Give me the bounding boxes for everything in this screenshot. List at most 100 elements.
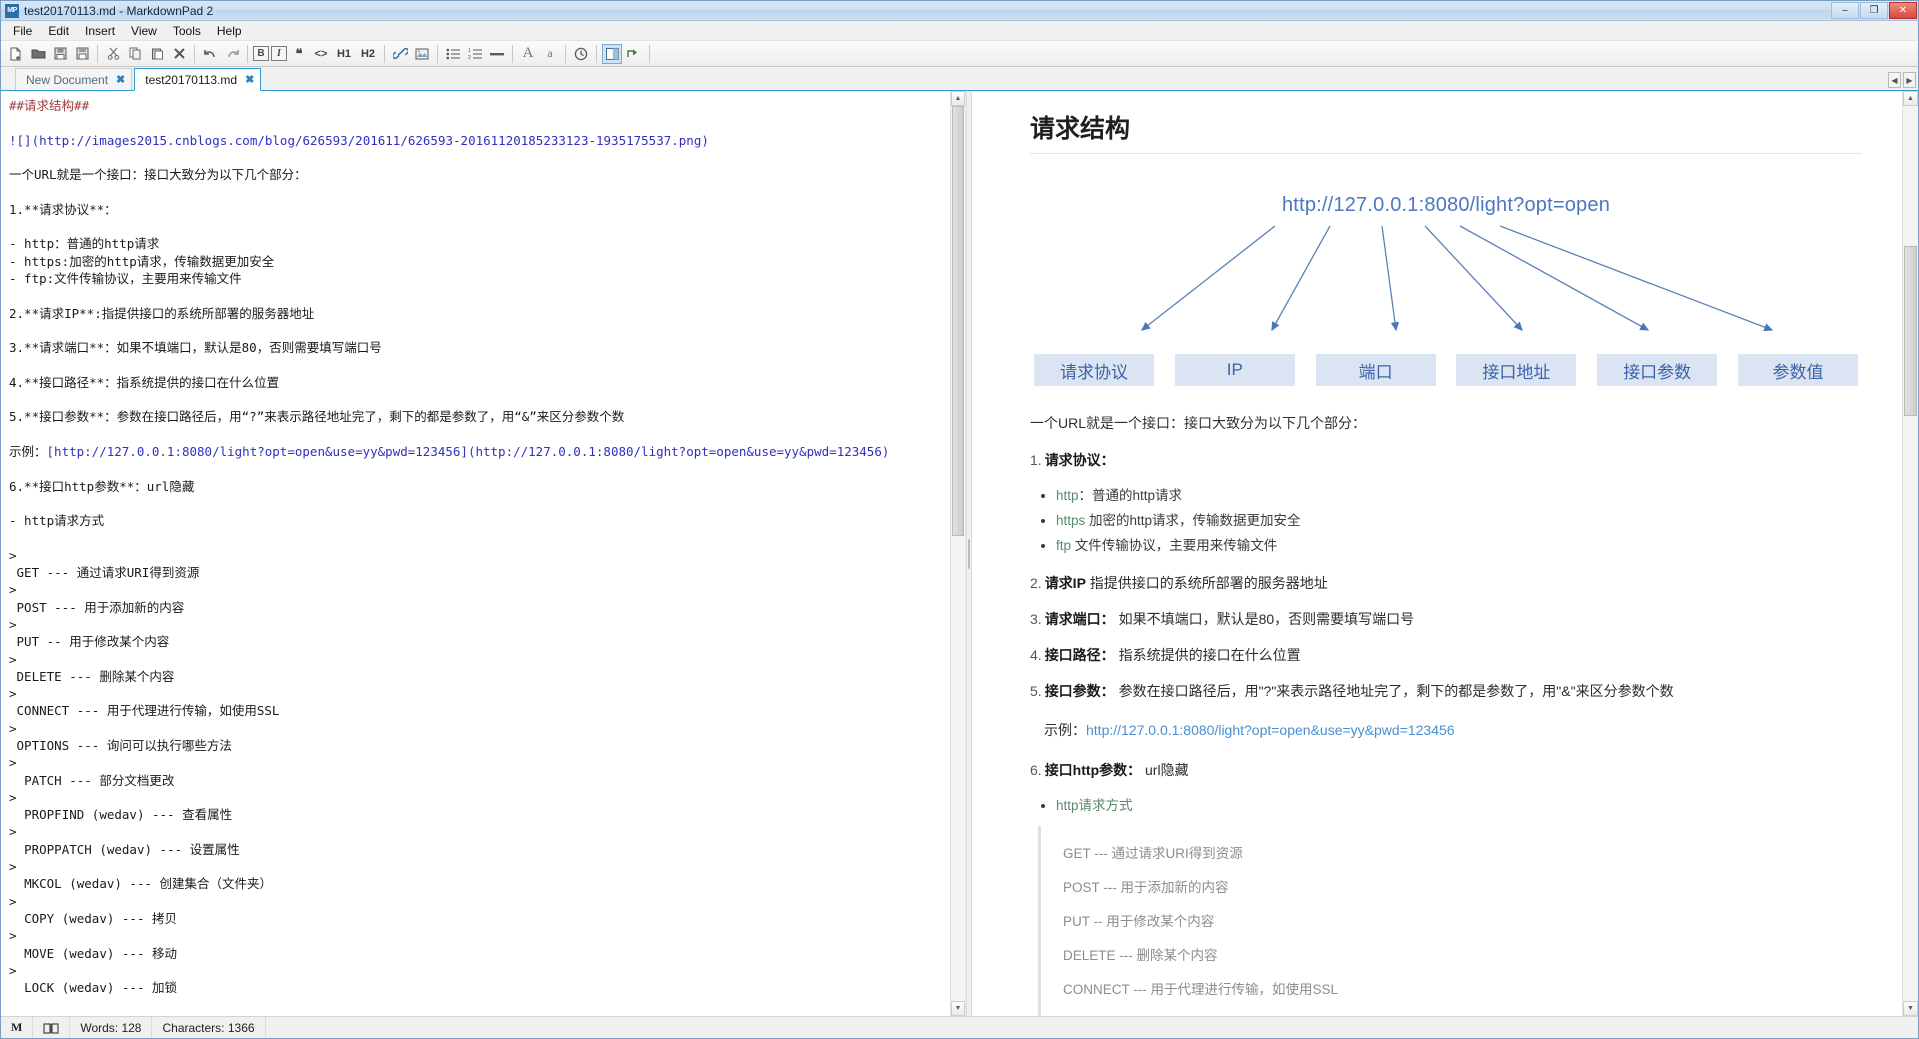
open-folder-icon[interactable] [28,44,48,64]
word-count: Words: 128 [70,1017,153,1038]
maximize-button[interactable]: ❐ [1860,2,1888,19]
preview-scroll-track[interactable] [1903,106,1918,1001]
horizontal-rule-icon[interactable] [487,44,507,64]
save-icon[interactable] [50,44,70,64]
example-link[interactable]: http://127.0.0.1:8080/light?opt=open&use… [1086,722,1455,738]
list-item-text: 指系统提供的接口在什么位置 [1114,647,1301,664]
font-small-icon[interactable]: a [540,44,560,64]
reading-mode-indicator [33,1017,71,1038]
toolbar-separator [649,44,650,63]
editor-line: > [9,547,17,563]
export-icon[interactable] [624,44,644,64]
heading2-icon[interactable]: H2 [357,44,379,64]
editor-line: 5.**接口参数**：参数在接口路径后，用“?”来表示路径地址完了，剩下的都是参… [9,409,625,425]
numbered-list-icon[interactable]: 12 [465,44,485,64]
scroll-down-arrow-icon[interactable]: ▼ [951,1001,965,1016]
cut-icon[interactable] [103,44,123,64]
example-paragraph: 示例：http://127.0.0.1:8080/light?opt=open&… [1044,719,1862,741]
book-icon [43,1022,59,1034]
list-number: 4. [1030,647,1042,664]
new-document-icon[interactable] [6,44,26,64]
tab-new-document[interactable]: New Document ✖ [15,68,133,90]
bold-icon[interactable]: B [253,46,269,61]
heading1-icon[interactable]: H1 [333,44,355,64]
delete-icon[interactable] [169,44,189,64]
editor-scroll-track[interactable] [951,106,965,1001]
toolbar-separator [512,44,513,63]
close-icon[interactable]: ✖ [245,73,254,86]
preview-content: 请求结构 http://127.0.0.1:8080/light?opt=ope… [972,91,1902,1016]
list-item: 4. 接口路径： 指系统提供的接口在什么位置 [1030,645,1862,665]
tab-nav-controls: ◀ ▶ [1888,72,1916,88]
markdown-icon: M [11,1020,23,1034]
toolbar-separator [97,44,98,63]
menu-file[interactable]: File [5,22,40,40]
menu-tools[interactable]: Tools [165,22,209,40]
app-icon: MP [5,3,19,18]
editor-line: PUT -- 用于修改某个内容 [9,634,170,650]
code-icon[interactable]: <> [311,44,331,64]
scroll-down-arrow-icon[interactable]: ▼ [1903,1001,1918,1016]
preview-vertical-scrollbar[interactable]: ▲ ▼ [1902,91,1918,1016]
editor-inline-link: [http://127.0.0.1:8080/light?opt=open&us… [46,443,890,459]
editor-line: ![](http://images2015.cnblogs.com/blog/6… [9,132,709,148]
editor-line: DELETE --- 删除某个内容 [9,668,175,684]
list-item: 1. 请求协议： [1030,450,1862,470]
redo-icon[interactable] [222,44,242,64]
list-number: 2. [1030,575,1042,592]
toolbar-separator [437,44,438,63]
tab-scroll-right-button[interactable]: ▶ [1903,72,1916,88]
tab-test20170113[interactable]: test20170113.md ✖ [134,68,262,91]
italic-icon[interactable]: I [271,46,287,61]
scroll-up-arrow-icon[interactable]: ▲ [951,91,965,106]
save-as-icon[interactable] [72,44,92,64]
menu-help[interactable]: Help [209,22,250,40]
editor-line: PROPPATCH (wedav) --- 设置属性 [9,841,240,857]
list-number: 1. [1030,452,1042,469]
list-item: ftp 文件传输协议，主要用来传输文件 [1056,536,1862,557]
editor-scroll-thumb[interactable] [952,106,964,536]
markdown-source-textarea[interactable]: ##请求结构## ![](http://images2015.cnblogs.c… [1,91,950,1016]
minimize-button[interactable]: – [1831,2,1859,19]
bullet-text: ：普通的http请求 [1078,488,1183,504]
html-preview-pane: 请求结构 http://127.0.0.1:8080/light?opt=ope… [972,91,1918,1016]
method-post: POST --- 用于添加新的内容 [1063,880,1229,896]
image-icon[interactable] [412,44,432,64]
copy-icon[interactable] [125,44,145,64]
menu-edit[interactable]: Edit [40,22,77,40]
tab-scroll-left-button[interactable]: ◀ [1888,72,1901,88]
editor-vertical-scrollbar[interactable]: ▲ ▼ [950,91,965,1016]
menu-insert[interactable]: Insert [77,22,123,40]
blockquote-icon[interactable]: ❝ [289,44,309,64]
diagram-box-port: 端口 [1315,354,1436,386]
list-number: 5. [1030,683,1042,700]
paste-icon[interactable] [147,44,167,64]
list-item: https 加密的http请求，传输数据更加安全 [1056,511,1862,532]
font-large-icon[interactable]: A [518,44,538,64]
markdown-mode-indicator: M [1,1017,34,1038]
list-item: 5. 接口参数： 参数在接口路径后，用"?"来表示路径地址完了，剩下的都是参数了，… [1030,681,1862,701]
bullet-list-icon[interactable] [443,44,463,64]
scroll-up-arrow-icon[interactable]: ▲ [1903,91,1918,106]
clock-icon[interactable] [571,44,591,64]
editor-line: MKCOL (wedav) --- 创建集合（文件夹） [9,876,273,892]
link-icon[interactable] [390,44,410,64]
split-view-icon[interactable] [602,43,622,64]
editor-line: - ftp:文件传输协议，主要用来传输文件 [9,270,242,286]
preview-scroll-thumb[interactable] [1904,246,1917,416]
toolbar-separator [384,44,385,63]
tab-label: New Document [26,72,109,87]
menu-view[interactable]: View [123,22,165,40]
markdownpad-window: MP test20170113.md - MarkdownPad 2 – ❐ ✕… [0,0,1919,1039]
list-item-text: 参数在接口路径后，用"?"来表示路径地址完了，剩下的都是参数了，用"&"来区分参… [1114,683,1674,700]
close-button[interactable]: ✕ [1889,2,1917,19]
undo-icon[interactable] [200,44,220,64]
close-icon[interactable]: ✖ [116,73,125,86]
code-http: http [1056,488,1079,504]
bullet-text: 文件传输协议，主要用来传输文件 [1071,538,1278,554]
